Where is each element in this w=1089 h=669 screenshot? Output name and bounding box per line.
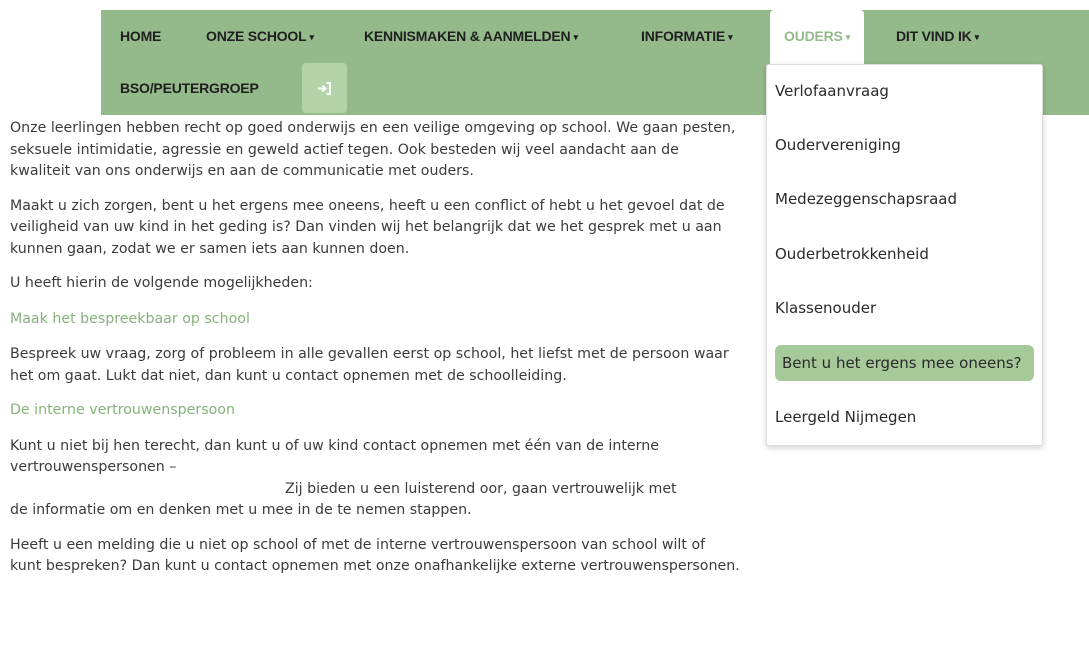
nav-home[interactable]: HOME [120, 28, 161, 44]
paragraph-concerns: Maakt u zich zorgen, bent u het ergens m… [10, 197, 725, 257]
chevron-down-icon: ▾ [845, 32, 851, 42]
nav-kennismaken-label: KENNISMAKEN & AANMELDEN [364, 28, 571, 44]
sign-in-icon [318, 81, 331, 95]
menu-item-klassenouder[interactable]: Klassenouder [775, 290, 1034, 326]
heading-bespreekbaar: Maak het bespreekbaar op school [10, 310, 250, 327]
nav-onze-school-label: ONZE SCHOOL [206, 28, 307, 44]
paragraph-externe: Heeft u een melding die u niet op school… [10, 536, 740, 575]
nav-kennismaken[interactable]: KENNISMAKEN & AANMELDEN ▾ [364, 28, 578, 44]
nav-dit-vind-ik[interactable]: DIT VIND IK ▾ [896, 28, 979, 44]
nav-dit-vind-ik-label: DIT VIND IK [896, 28, 972, 44]
paragraph-bespreek: Bespreek uw vraag, zorg of probleem in a… [10, 346, 729, 384]
menu-item-medezeggenschapsraad[interactable]: Medezeggenschapsraad [775, 181, 1034, 217]
chevron-down-icon: ▾ [309, 32, 314, 42]
menu-item-ouderbetrokkenheid[interactable]: Ouderbetrokkenheid [775, 236, 1034, 272]
paragraph-intro: Onze leerlingen hebben recht op goed ond… [10, 120, 736, 179]
paragraph-interne: Kunt u niet bij hen terecht, dan kunt u … [10, 436, 740, 522]
paragraph-options: U heeft hierin de volgende mogelijkheden… [10, 275, 313, 291]
paragraph-interne-line2: Zij bieden u een luisterend oor, gaan ve… [285, 480, 677, 497]
nav-informatie[interactable]: INFORMATIE ▾ [641, 28, 733, 44]
main-content: Onze leerlingen hebben recht op goed ond… [10, 118, 740, 578]
login-button[interactable] [302, 63, 347, 113]
menu-item-leergeld-nijmegen[interactable]: Leergeld Nijmegen [775, 399, 1034, 435]
nav-onze-school[interactable]: ONZE SCHOOL ▾ [206, 28, 314, 44]
ouders-dropdown-menu: Verlofaanvraag Oudervereniging Medezegge… [766, 64, 1043, 446]
paragraph-interne-line1: Kunt u niet bij hen terecht, dan kunt u … [10, 437, 659, 476]
menu-item-oudervereniging[interactable]: Oudervereniging [775, 127, 1034, 163]
chevron-down-icon: ▾ [573, 32, 578, 42]
menu-item-bent-u-het-oneens[interactable]: Bent u het ergens mee oneens? [775, 345, 1034, 381]
heading-interne-vertrouwenspersoon: De interne vertrouwenspersoon [10, 402, 235, 418]
nav-ouders[interactable]: OUDERS ▾ [770, 10, 865, 65]
nav-home-label: HOME [120, 28, 162, 44]
paragraph-interne-line3: de informatie om en denken met u mee in … [10, 502, 472, 518]
nav-bso-peutergroep[interactable]: BSO/PEUTERGROEP [120, 80, 259, 96]
nav-bso-label: BSO/PEUTERGROEP [120, 80, 259, 96]
nav-ouders-label: OUDERS [784, 28, 843, 44]
nav-informatie-label: INFORMATIE [641, 28, 726, 44]
chevron-down-icon: ▾ [728, 32, 733, 42]
chevron-down-icon: ▾ [974, 32, 980, 42]
menu-item-verlofaanvraag[interactable]: Verlofaanvraag [775, 73, 1034, 109]
